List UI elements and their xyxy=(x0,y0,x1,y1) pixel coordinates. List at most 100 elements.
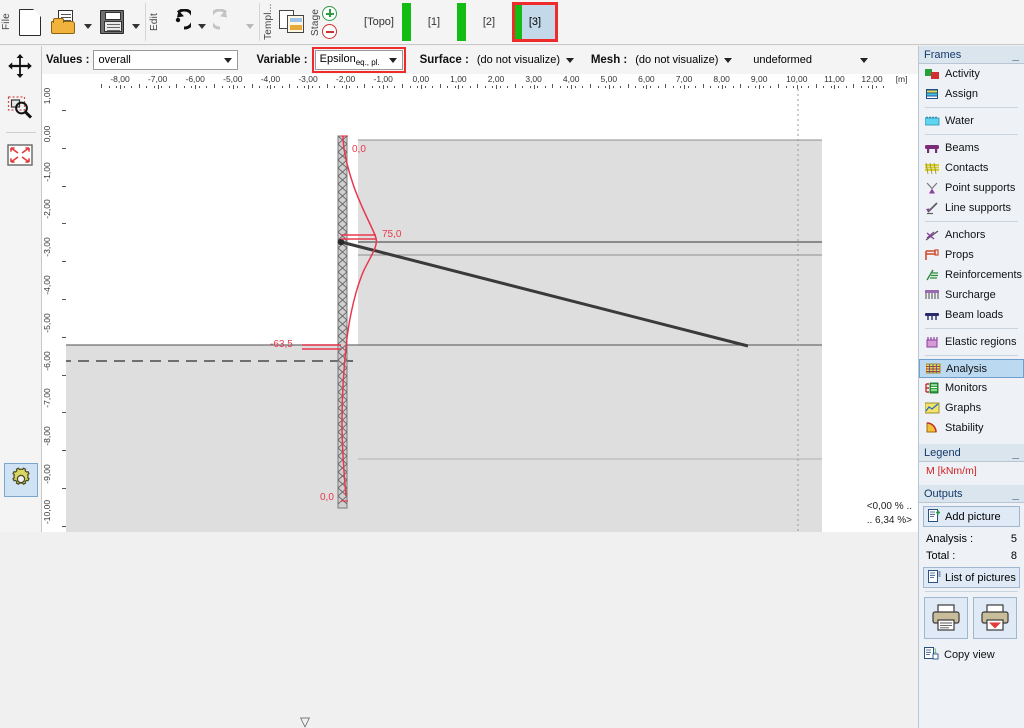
y-axis-tick xyxy=(62,525,66,527)
pan-tool-button[interactable] xyxy=(0,46,40,88)
x-axis-tick xyxy=(507,86,509,88)
templates-button[interactable] xyxy=(275,2,309,42)
minimize-icon[interactable]: _ xyxy=(1012,49,1019,61)
main-toolbar: File Edit Templ... Stage [Topo] [1] [2] … xyxy=(0,0,1024,45)
x-axis-tick xyxy=(559,86,561,88)
undo-button[interactable] xyxy=(161,2,195,42)
sidebar-item-anchors[interactable]: Anchors xyxy=(919,225,1024,245)
sidebar-item-activity[interactable]: Activity xyxy=(919,64,1024,84)
sidebar-item-elastic-regions[interactable]: Elastic regions xyxy=(919,332,1024,352)
outputs-total-row: Total : 8 xyxy=(919,547,1024,564)
sidebar-item-surcharge[interactable]: Surcharge xyxy=(919,285,1024,305)
canvas-status-readout: <0,00 % .. .. 6,34 %> xyxy=(867,500,912,528)
printer-icon xyxy=(931,603,961,634)
x-axis-tick xyxy=(259,86,261,88)
outputs-analysis-value: 5 xyxy=(1010,532,1017,545)
x-axis-tick xyxy=(108,86,110,88)
minimize-icon[interactable]: _ xyxy=(1012,488,1019,500)
frames-group-divider xyxy=(925,107,1018,108)
printer-export-icon xyxy=(980,603,1010,634)
open-dropdown-caret[interactable] xyxy=(81,2,95,42)
x-axis-tick xyxy=(311,86,313,88)
sidebar-item-monitors[interactable]: Monitors xyxy=(919,378,1024,398)
redo-icon xyxy=(213,9,239,35)
stage-tab-topo[interactable]: [Topo] xyxy=(356,2,402,42)
x-axis-tick xyxy=(447,86,449,88)
sidebar-item-props[interactable]: Props xyxy=(919,245,1024,265)
print-button[interactable] xyxy=(924,597,968,639)
y-axis-tick xyxy=(62,412,66,414)
zoom-fit-all-button[interactable] xyxy=(0,135,40,177)
stage-tab-2-label: [2] xyxy=(482,16,496,28)
sidebar-item-assign[interactable]: Assign xyxy=(919,84,1024,104)
x-axis-tick xyxy=(574,86,576,88)
legend-entry: M [kNm/m] xyxy=(926,465,977,477)
zoom-window-button[interactable] xyxy=(0,88,40,130)
sidebar-item-label: Graphs xyxy=(945,402,982,414)
x-axis-tick-label: 2,00 xyxy=(487,74,505,84)
stage-tab-2[interactable]: [2] xyxy=(466,2,512,42)
save-dropdown-caret[interactable] xyxy=(129,2,143,42)
x-axis-tick xyxy=(244,86,246,88)
add-picture-button[interactable]: Add picture xyxy=(923,506,1020,527)
legend-panel-header[interactable]: Legend _ xyxy=(919,444,1024,462)
gear-settings-icon xyxy=(8,466,34,495)
variable-select[interactable]: Epsiloneq., pl. xyxy=(314,50,403,70)
sidebar-item-reinforcements[interactable]: Reinforcements xyxy=(919,265,1024,285)
stage-tab-3[interactable]: [3] xyxy=(512,2,558,42)
mesh-select[interactable]: (do not visualize) xyxy=(631,50,737,70)
x-axis-tick-label: 10,00 xyxy=(786,74,808,84)
sidebar-item-water[interactable]: Water xyxy=(919,111,1024,131)
open-file-button[interactable] xyxy=(47,2,81,42)
undo-dropdown-caret[interactable] xyxy=(195,2,209,42)
x-axis-tick xyxy=(544,86,546,88)
frames-panel-header[interactable]: Frames _ xyxy=(919,46,1024,64)
sidebar-item-beams[interactable]: Beams xyxy=(919,138,1024,158)
x-axis-tick xyxy=(665,84,667,88)
x-axis-tick xyxy=(383,85,385,89)
x-axis-tick xyxy=(326,84,328,88)
y-axis-tick-label: -5,00 xyxy=(42,313,52,333)
print-export-button[interactable] xyxy=(973,597,1017,639)
frames-group-divider xyxy=(925,355,1018,356)
new-document-button[interactable] xyxy=(13,2,47,42)
sidebar-item-beam-loads[interactable]: Beam loads xyxy=(919,305,1024,325)
undo-icon xyxy=(165,9,191,35)
chevron-down-icon[interactable]: ▽ xyxy=(300,714,310,728)
deformation-select[interactable]: undeformed xyxy=(749,50,873,70)
x-axis-tick xyxy=(725,86,727,88)
sidebar-item-stability[interactable]: Stability xyxy=(919,418,1024,438)
x-axis-tick-label: 6,00 xyxy=(638,74,655,84)
copy-view-label: Copy view xyxy=(944,649,995,661)
x-axis-tick xyxy=(232,85,234,89)
sidebar-item-line-supports[interactable]: Line supports xyxy=(919,198,1024,218)
x-axis-tick xyxy=(571,85,573,89)
outputs-panel-header[interactable]: Outputs _ xyxy=(919,485,1024,503)
sidebar-item-analysis[interactable]: Analysis xyxy=(919,359,1024,378)
x-axis-tick-label: 8,00 xyxy=(713,74,730,84)
x-axis-tick xyxy=(308,85,309,89)
y-axis-tick xyxy=(62,450,66,452)
sidebar-item-graphs[interactable]: Graphs xyxy=(919,398,1024,418)
save-button[interactable] xyxy=(95,2,129,42)
copy-view-button[interactable]: 1 Copy view xyxy=(919,645,1024,665)
y-axis-tick-label: 0,00 xyxy=(42,125,52,143)
drawing-settings-button[interactable] xyxy=(3,463,38,497)
x-axis-tick xyxy=(860,86,862,88)
sidebar-item-point-supports[interactable]: Point supports xyxy=(919,178,1024,198)
add-stage-button[interactable] xyxy=(322,5,337,21)
x-axis-tick xyxy=(420,85,422,89)
y-axis-tick-label: -9,00 xyxy=(42,464,52,484)
values-select[interactable]: overall xyxy=(93,50,239,70)
stability-icon xyxy=(925,421,940,435)
x-axis-tick-label: -8,00 xyxy=(110,74,130,84)
drawing-canvas[interactable]: 0,0 75,0 -63,5 0,0 <0,00 % .. .. 6,34 %> xyxy=(42,74,918,532)
view-options-bar: Values : overall Variable : Epsiloneq., … xyxy=(42,46,918,74)
list-of-pictures-button[interactable]: List of pictures xyxy=(923,567,1020,588)
stage-tab-1[interactable]: [1] xyxy=(411,2,457,42)
x-axis-tick xyxy=(409,86,411,88)
sidebar-item-contacts[interactable]: Contacts xyxy=(919,158,1024,178)
surface-select[interactable]: (do not visualize) xyxy=(473,50,579,70)
minimize-icon[interactable]: _ xyxy=(1012,447,1019,459)
remove-stage-button[interactable] xyxy=(322,23,337,39)
